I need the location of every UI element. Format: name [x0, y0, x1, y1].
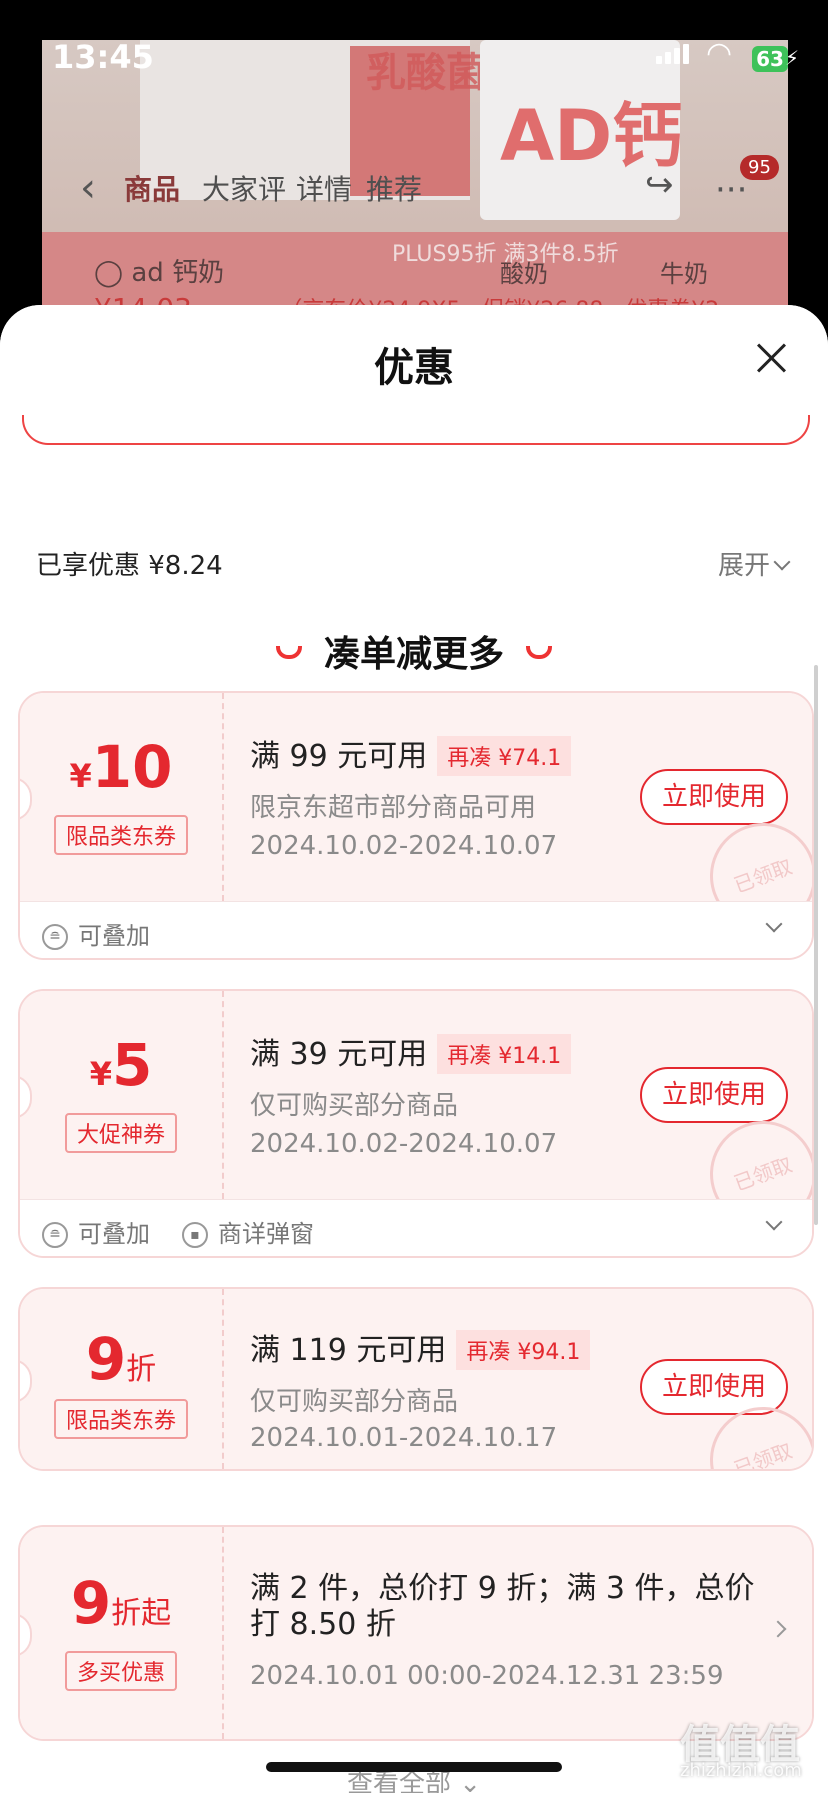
coupon-amount: ¥10 — [69, 733, 173, 801]
coupon-body: 9折 限品类东券 满 119 元可用 再凑 ¥94.1 仅可购买部分商品 2024… — [20, 1289, 812, 1469]
popup-icon: ▪ — [182, 1222, 208, 1248]
tab-product: 商品 — [124, 173, 181, 206]
product-tabs: 商品 大家评 详情 推荐 — [42, 160, 788, 210]
chevron-down-icon[interactable] — [765, 915, 783, 933]
status-bar: 13:45 ◠ 63 ⚡ — [0, 0, 828, 90]
wifi-icon: ◠ — [706, 36, 733, 71]
tab-reviews: 大家评 — [202, 173, 287, 206]
watermark-url: zhizhizhi.com — [680, 1760, 802, 1781]
use-now-button[interactable]: 立即使用 — [640, 1067, 788, 1123]
discount-sheet: 2元 优惠 已享优惠 ¥8.24 展开 凑单减更多 ¥10 限品类东券 满 99… — [0, 305, 828, 1793]
coupon-card: ¥5 大促神券 满 39 元可用 再凑 ¥14.1 仅可购买部分商品 2024.1… — [18, 989, 814, 1258]
coupon-need-more: 再凑 ¥94.1 — [456, 1329, 591, 1370]
scrollbar[interactable] — [814, 665, 818, 1225]
stackable-label: ≘ 可叠加 — [42, 1214, 150, 1249]
coupon-date: 2024.10.01 00:00-2024.12.31 23:59 — [250, 1661, 724, 1691]
chevron-down-icon — [773, 553, 791, 571]
coupon-desc: 仅可购买部分商品 — [250, 1387, 459, 1417]
stack-icon: ≘ — [42, 1222, 68, 1248]
coupon-body: ¥10 限品类东券 满 99 元可用 再凑 ¥74.1 限京东超市部分商品可用 2… — [20, 693, 812, 944]
stackable-label: ≘ 可叠加 — [42, 916, 150, 951]
coupon-condition: 满 39 元可用 再凑 ¥14.1 — [250, 1029, 572, 1076]
coupon-condition: 满 119 元可用 再凑 ¥94.1 — [250, 1325, 591, 1372]
coupon-need-more: 再凑 ¥74.1 — [437, 735, 572, 776]
coupon-condition: 满 99 元可用 再凑 ¥74.1 — [250, 731, 572, 778]
coupon-card[interactable]: 9折起 多买优惠 满 2 件，总价打 9 折；满 3 件，总价 打 8.50 折… — [18, 1525, 814, 1741]
search-chip-2: 酸奶 — [500, 260, 548, 288]
status-time: 13:45 — [52, 38, 154, 76]
sheet-title: 优惠 — [374, 345, 454, 391]
coupon-type-tag: 限品类东券 — [20, 1399, 222, 1439]
search-chip-1: ◯ ad 钙奶 — [94, 258, 225, 288]
coupon-date: 2024.10.02-2024.10.07 — [250, 831, 558, 861]
coupon-amount: 9折 — [85, 1325, 157, 1393]
coupon-type-tag: 大促神券 — [20, 1113, 222, 1153]
coupon-value-area: ¥10 限品类东券 — [20, 693, 224, 901]
section-title: 凑单减更多 — [0, 625, 828, 677]
chevron-right-icon[interactable] — [769, 1620, 787, 1638]
use-now-button[interactable]: 立即使用 — [640, 769, 788, 825]
coupon-footer[interactable]: ≘ 可叠加 ▪ 商详弹窗 — [20, 1199, 812, 1256]
coupon-need-more: 再凑 ¥14.1 — [437, 1033, 572, 1074]
tab-recommend: 推荐 — [366, 173, 423, 206]
coupon-amount: ¥5 — [89, 1031, 153, 1099]
smile-decoration-icon — [526, 645, 552, 659]
battery-icon: 63 — [752, 46, 788, 72]
smile-decoration-icon — [275, 645, 302, 659]
coupon-value-area: 9折起 多买优惠 — [20, 1527, 224, 1739]
enjoyed-discount: 已享优惠 ¥8.24 — [36, 551, 223, 581]
coupon-value-area: 9折 限品类东券 — [20, 1289, 224, 1469]
coupon-body: 9折起 多买优惠 满 2 件，总价打 9 折；满 3 件，总价 打 8.50 折… — [20, 1527, 812, 1739]
chevron-down-icon[interactable] — [765, 1213, 783, 1231]
coupon-card: 9折 限品类东券 满 119 元可用 再凑 ¥94.1 仅可购买部分商品 2024… — [18, 1287, 814, 1471]
coupon-amount: 9折起 — [70, 1569, 172, 1637]
coupon-condition-line2: 打 8.50 折 — [250, 1607, 396, 1642]
share-icon: ↪ — [645, 165, 674, 205]
expand-button[interactable]: 展开 — [718, 545, 791, 582]
coupon-date: 2024.10.01-2024.10.17 — [250, 1423, 558, 1453]
tab-details: 详情 — [296, 173, 353, 206]
coupon-value-area: ¥5 大促神券 — [20, 991, 224, 1199]
signal-icon — [656, 44, 692, 64]
coupon-body: ¥5 大促神券 满 39 元可用 再凑 ¥14.1 仅可购买部分商品 2024.1… — [20, 991, 812, 1242]
coupon-date: 2024.10.02-2024.10.07 — [250, 1129, 558, 1159]
search-chip-3: 牛奶 — [660, 260, 708, 288]
stack-icon: ≘ — [42, 924, 68, 950]
charging-icon: ⚡ — [785, 46, 800, 70]
coupon-card: ¥10 限品类东券 满 99 元可用 再凑 ¥74.1 限京东超市部分商品可用 2… — [18, 691, 814, 960]
close-icon[interactable] — [756, 343, 786, 373]
detail-popup-label: ▪ 商详弹窗 — [182, 1214, 314, 1249]
cart-badge: 95 — [740, 155, 779, 180]
coupon-desc: 仅可购买部分商品 — [250, 1091, 459, 1121]
coupon-desc: 限京东超市部分商品可用 — [250, 793, 537, 823]
coupon-footer[interactable]: ≘ 可叠加 — [20, 901, 812, 958]
coupon-type-tag: 限品类东券 — [20, 815, 222, 855]
home-indicator[interactable] — [266, 1762, 562, 1772]
coupon-type-tag: 多买优惠 — [20, 1651, 222, 1691]
